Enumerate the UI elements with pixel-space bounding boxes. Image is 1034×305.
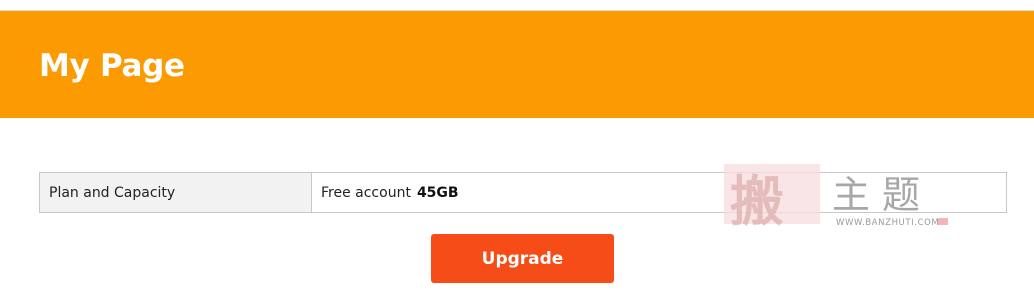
top-border <box>0 0 1034 11</box>
watermark-url: WWW.BANZHUTI.COM <box>836 218 939 228</box>
page-header: My Page <box>0 11 1034 118</box>
capacity-value: 45GB <box>416 184 459 201</box>
plan-row: Plan and Capacity Free account 45GB <box>39 172 1007 213</box>
plan-label-cell: Plan and Capacity <box>39 172 312 213</box>
page-title: My Page <box>39 48 185 84</box>
plan-label: Plan and Capacity <box>49 184 176 201</box>
upgrade-button[interactable]: Upgrade <box>431 234 614 283</box>
watermark-badge <box>938 218 948 225</box>
account-type: Free account <box>321 184 411 201</box>
plan-value-cell: Free account 45GB <box>311 172 1007 213</box>
my-page: My Page Plan and Capacity Free account 45… <box>0 0 1034 305</box>
plan-table: Plan and Capacity Free account 45GB <box>39 172 1007 213</box>
